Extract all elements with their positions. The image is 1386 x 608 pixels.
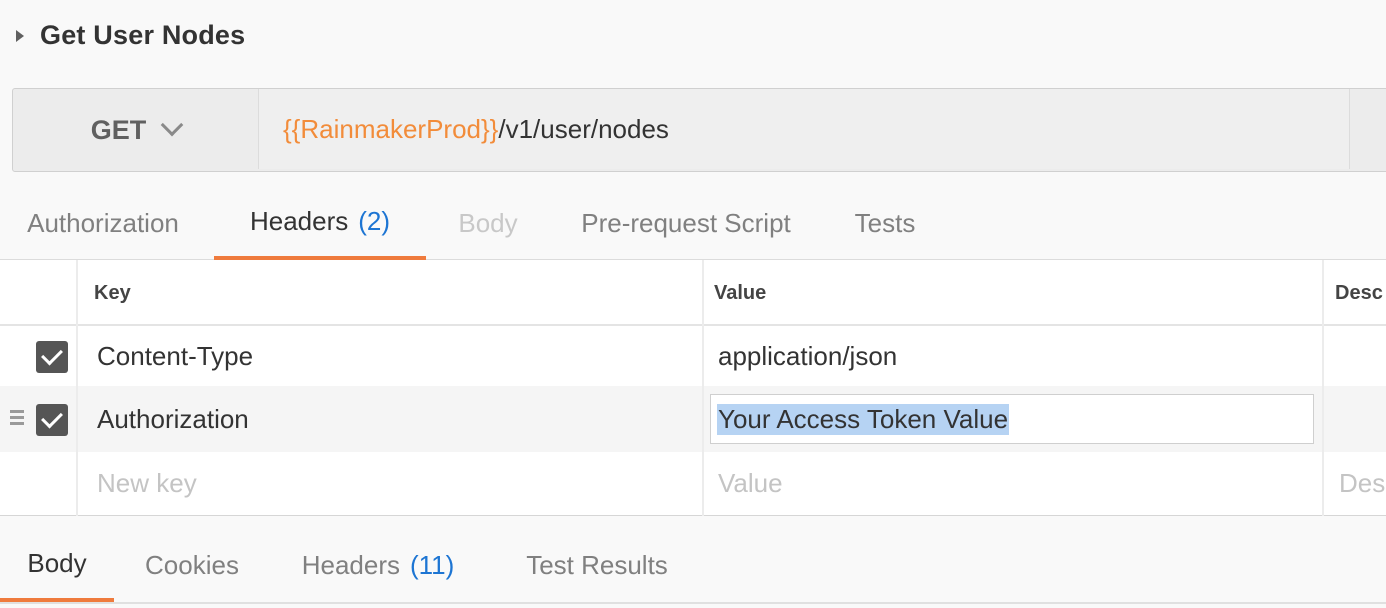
row-enabled-checkbox[interactable] [36, 341, 68, 373]
response-tabs: Body Cookies Headers (11) Test Results [0, 528, 1386, 602]
tab-pre-request-script[interactable]: Pre-request Script [566, 186, 806, 260]
method-label: GET [90, 114, 147, 145]
tab-label: Body [458, 207, 518, 238]
tab-label: Authorization [27, 207, 179, 238]
new-key-input[interactable]: New key [97, 468, 197, 499]
column-divider [76, 260, 78, 516]
row-enabled-checkbox[interactable] [36, 404, 68, 436]
column-header-value: Value [714, 282, 767, 304]
new-description-input[interactable]: Desc [1339, 468, 1386, 499]
tab-cookies[interactable]: Cookies [134, 528, 250, 602]
table-row: Content-Type application/json [0, 326, 1386, 386]
url-path: /v1/user/nodes [498, 113, 669, 144]
chevron-down-icon [160, 113, 184, 137]
header-key-cell[interactable]: Content-Type [97, 341, 253, 372]
header-value-cell[interactable]: application/json [718, 341, 897, 372]
column-header-description: Desc [1335, 282, 1383, 304]
tab-count-badge: (2) [358, 205, 391, 236]
divider [0, 602, 1386, 604]
selected-value-text: Your Access Token Value [717, 403, 1010, 435]
expand-caret-icon[interactable] [16, 30, 24, 42]
url-bar: GET {{RainmakerProd}}/v1/user/nodes [12, 88, 1386, 172]
tab-label: Test Results [526, 549, 668, 580]
tab-test-results[interactable]: Test Results [512, 528, 682, 602]
header-key-cell[interactable]: Authorization [97, 404, 249, 435]
tab-label: Pre-request Script [581, 207, 791, 238]
headers-table: Key Value Desc Content-Type application/… [0, 260, 1386, 516]
column-divider [702, 260, 704, 516]
tab-label: Headers [249, 205, 349, 236]
tab-label: Tests [854, 207, 916, 238]
tab-tests[interactable]: Tests [840, 186, 930, 260]
method-select[interactable]: GET [13, 89, 258, 171]
tab-label: Headers [301, 549, 400, 580]
request-title[interactable]: Get User Nodes [40, 20, 245, 51]
tab-response-body[interactable]: Body [0, 528, 114, 602]
tab-headers[interactable]: Headers (2) [214, 186, 426, 260]
request-tabs: Authorization Headers (2) Body Pre-reque… [0, 186, 1386, 260]
tab-count-badge: (11) [409, 549, 455, 580]
column-divider [1322, 260, 1324, 516]
new-value-input[interactable]: Value [718, 468, 783, 499]
url-variable: {{RainmakerProd}} [283, 113, 499, 144]
url-input[interactable]: {{RainmakerProd}}/v1/user/nodes [258, 89, 1350, 169]
header-value-input[interactable]: Your Access Token Value [710, 394, 1314, 444]
table-row: Authorization Your Access Token Value [0, 386, 1386, 452]
table-header-row: Key Value Desc [0, 260, 1386, 326]
tab-body[interactable]: Body [444, 186, 532, 260]
tab-authorization[interactable]: Authorization [0, 186, 206, 260]
new-header-row: New key Value Desc [0, 452, 1386, 516]
drag-handle-icon[interactable] [10, 410, 24, 426]
request-title-bar: Get User Nodes [0, 0, 1386, 76]
tab-label: Body [27, 547, 87, 578]
tab-label: Cookies [145, 549, 239, 580]
tab-response-headers[interactable]: Headers (11) [290, 528, 466, 602]
column-header-key: Key [94, 282, 131, 304]
